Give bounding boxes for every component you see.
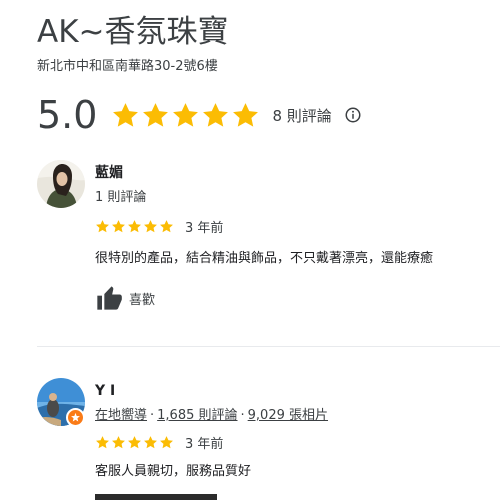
reviewer-review-count: 1,685 則評論 [157,408,238,423]
info-icon[interactable] [344,106,362,124]
star-icon [128,435,141,448]
review-date: 3 年前 [185,220,224,236]
reviewer-meta[interactable]: 1 則評論 [95,189,146,207]
star-icon [96,435,109,448]
star-icon [173,102,199,127]
star-icon [112,219,125,232]
review-rating: 3 年前 [95,433,224,452]
review-count-link[interactable]: 8 則評論 [272,105,331,126]
star-icon [113,102,139,127]
star-icon [233,102,259,127]
reviewer-photo-count: 9,029 張相片 [247,408,329,423]
divider [37,346,500,347]
reviews-panel: AK~香氛珠寶 新北市中和區南華路30-2號6樓 5.0 8 則評論 藍媚 1 … [0,0,500,500]
review-date: 3 年前 [185,436,224,452]
like-label: 喜歡 [129,292,156,308]
place-title: AK~香氛珠寶 [37,14,229,50]
avatar[interactable] [37,160,85,208]
rating-score: 5.0 [37,93,98,137]
thumbs-up-icon [97,286,122,310]
review-text: 很特別的產品，結合精油與飾品，不只戴著漂亮，還能療癒 [95,251,434,266]
star-icon [144,219,157,232]
star-icon [96,219,109,232]
star-icon [143,102,169,127]
rating-summary: 5.0 8 則評論 [37,92,362,138]
star-icon [128,219,141,232]
place-address: 新北市中和區南華路30-2號6樓 [37,59,218,74]
review-text: 客服人員親切，服務品質好 [95,464,252,479]
star-icon [112,435,125,448]
star-icon [203,102,229,127]
star-icon [160,435,173,448]
reviewer-meta[interactable]: 在地嚮導 · 1,685 則評論 · 9,029 張相片 [95,407,328,425]
star-icon [144,435,157,448]
like-button[interactable]: 喜歡 [95,284,155,312]
reviewer-name[interactable]: 藍媚 [95,164,123,182]
local-guide-label: 在地嚮導 [95,408,148,423]
local-guide-badge-icon [66,408,85,427]
review-photo[interactable] [95,494,217,500]
star-icon [160,219,173,232]
review-rating: 3 年前 [95,217,224,236]
rating-stars [111,101,261,130]
reviewer-name[interactable]: Y I [95,382,115,400]
